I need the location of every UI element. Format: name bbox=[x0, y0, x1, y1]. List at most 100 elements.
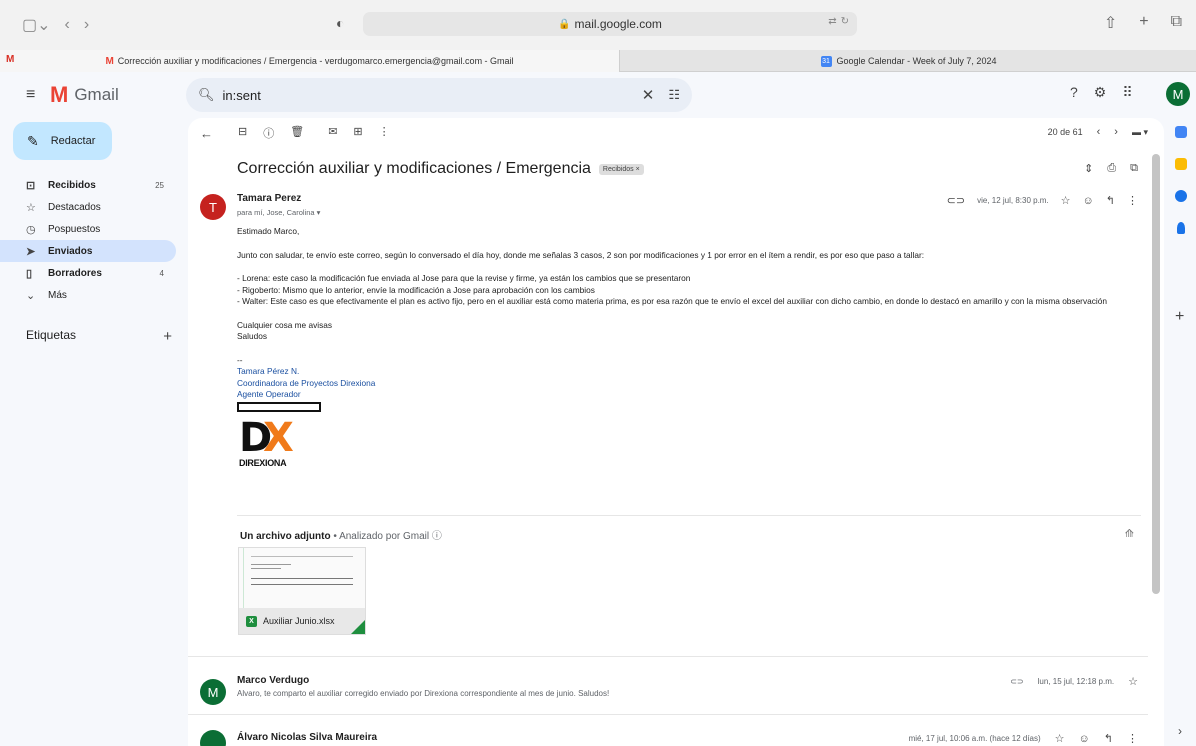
sidebar-item-more[interactable]: ⌄ Más bbox=[0, 284, 176, 306]
get-addons-icon[interactable]: + bbox=[1175, 308, 1184, 326]
sidebar-item-drafts[interactable]: ▯ Borradores 4 bbox=[0, 262, 176, 284]
thumb-line bbox=[251, 584, 353, 585]
more-vert-icon[interactable]: ⋮ bbox=[379, 125, 390, 141]
sidebar-item-snoozed[interactable]: ◷ Pospuestos bbox=[0, 218, 176, 240]
reply-icon[interactable]: ↰ bbox=[1106, 194, 1115, 207]
star-icon[interactable]: ☆ bbox=[1128, 675, 1138, 688]
move-to-icon[interactable]: ⊞ bbox=[353, 125, 362, 141]
more-vert-icon[interactable]: ⋮ bbox=[1127, 194, 1138, 207]
lock-icon: 🔒 bbox=[558, 18, 571, 30]
attachment-card[interactable]: X Auxiliar Junio.xlsx bbox=[238, 547, 366, 635]
emoji-react-icon[interactable]: ☺ bbox=[1079, 733, 1090, 745]
settings-gear-icon[interactable]: ⚙ bbox=[1094, 84, 1107, 101]
tab-gmail[interactable]: M M Corrección auxiliar y modificaciones… bbox=[0, 50, 620, 72]
pagination-text: 20 de 61 bbox=[1047, 127, 1083, 137]
bullet-line: - Lorena: este caso la modificación fue … bbox=[237, 273, 691, 283]
privacy-shield-icon[interactable]: ◐ bbox=[336, 15, 344, 31]
sidebar-toggle-icon[interactable]: ▢⌄ bbox=[22, 15, 51, 35]
signature-name: Tamara Pérez N. bbox=[237, 366, 300, 376]
older-arrow-icon[interactable]: › bbox=[1114, 126, 1118, 138]
clear-search-icon[interactable]: ✕ bbox=[642, 86, 655, 104]
more-vert-icon[interactable]: ⋮ bbox=[1127, 732, 1138, 745]
input-tools-icon[interactable]: ▬ ▾ bbox=[1132, 127, 1148, 138]
divider bbox=[237, 515, 1141, 516]
pinned-gmail-icon[interactable]: M bbox=[6, 54, 14, 65]
sender-avatar[interactable]: T bbox=[200, 194, 226, 220]
back-arrow-icon[interactable]: ‹ bbox=[65, 16, 70, 34]
address-bar[interactable]: 🔒 mail.google.com ⇄ ↻ bbox=[363, 12, 857, 36]
clock-icon: ◷ bbox=[26, 223, 36, 236]
star-icon[interactable]: ☆ bbox=[1061, 194, 1071, 207]
emoji-react-icon[interactable]: ☺ bbox=[1083, 195, 1094, 207]
browser-nav: ▢⌄ ‹ › bbox=[22, 15, 89, 35]
message-date: mié, 17 jul, 10:06 a.m. (hace 12 días) bbox=[908, 734, 1041, 743]
search-input[interactable]: in:sent bbox=[223, 88, 642, 103]
new-tab-icon[interactable]: + bbox=[1139, 13, 1148, 33]
trash-icon[interactable]: 🗑︎ bbox=[290, 125, 304, 141]
sidebar-item-label: Destacados bbox=[48, 201, 101, 213]
newer-arrow-icon[interactable]: ‹ bbox=[1097, 126, 1101, 138]
reply-icon[interactable]: ↰ bbox=[1104, 732, 1113, 745]
gmail-logo[interactable]: M Gmail bbox=[50, 84, 119, 106]
attachments-count: Un archivo adjunto bbox=[240, 531, 331, 542]
labels-header: Etiquetas + bbox=[26, 328, 172, 345]
attachments-scan-note: • Analizado por Gmail ⓘ bbox=[330, 531, 442, 542]
sender-name[interactable]: Álvaro Nicolas Silva Maureira bbox=[237, 732, 377, 743]
open-new-window-icon[interactable]: ⧉ bbox=[1130, 162, 1138, 175]
draft-icon: ▯ bbox=[26, 267, 33, 280]
sender-name[interactable]: Tamara Perez bbox=[237, 193, 301, 204]
back-to-list-icon[interactable]: ← bbox=[200, 126, 213, 141]
help-icon[interactable]: ? bbox=[1070, 84, 1078, 101]
sidebar-item-starred[interactable]: ☆ Destacados bbox=[0, 196, 176, 218]
sender-avatar[interactable] bbox=[200, 730, 226, 746]
search-bar[interactable]: 🔍︎ in:sent ✕ ☷ bbox=[186, 78, 692, 112]
sender-name[interactable]: Marco Verdugo bbox=[237, 675, 309, 686]
closing-line: Saludos bbox=[237, 331, 267, 341]
expand-all-icon[interactable]: ⇕ bbox=[1084, 162, 1093, 175]
thumb-line bbox=[251, 578, 353, 579]
compose-button[interactable]: ✎ Redactar bbox=[13, 122, 112, 160]
sidebar-item-sent[interactable]: ➤ Enviados bbox=[0, 240, 176, 262]
tab-calendar[interactable]: 31 Google Calendar - Week of July 7, 202… bbox=[621, 50, 1196, 72]
account-avatar[interactable]: M bbox=[1166, 82, 1190, 106]
search-icon[interactable]: 🔍︎ bbox=[198, 87, 215, 103]
archive-icon[interactable]: ⊟ bbox=[238, 125, 247, 141]
mark-unread-icon[interactable]: ✉ bbox=[328, 125, 337, 141]
sidebar-item-inbox[interactable]: ⊡ Recibidos 25 bbox=[0, 174, 176, 196]
contacts-app-icon[interactable] bbox=[1177, 222, 1185, 234]
label-badge[interactable]: Recibidos × bbox=[598, 163, 644, 175]
main-menu-icon[interactable]: ≡ bbox=[26, 86, 35, 104]
corner-fold bbox=[351, 620, 365, 634]
chevron-down-icon: ⌄ bbox=[26, 289, 36, 302]
search-options-icon[interactable]: ☷ bbox=[668, 87, 680, 103]
star-icon[interactable]: ☆ bbox=[1055, 732, 1065, 745]
message-snippet[interactable]: Alvaro, te comparto el auxiliar corregid… bbox=[237, 689, 609, 698]
translate-icon[interactable]: ⇄ bbox=[828, 16, 836, 27]
add-label-icon[interactable]: + bbox=[163, 328, 172, 345]
pagination-controls: 20 de 61 ‹ › ▬ ▾ bbox=[1048, 126, 1148, 138]
calendar-app-icon[interactable] bbox=[1175, 126, 1187, 138]
report-spam-icon[interactable]: ⓘ bbox=[263, 125, 274, 141]
forward-arrow-icon[interactable]: › bbox=[84, 16, 89, 34]
signature-dash: -- bbox=[237, 354, 243, 365]
scrollbar[interactable] bbox=[1152, 154, 1160, 594]
sender-avatar[interactable]: M bbox=[200, 679, 226, 705]
thumb-line bbox=[251, 564, 291, 565]
reload-icon[interactable]: ↻ bbox=[841, 16, 849, 27]
share-icon[interactable]: ⇧ bbox=[1104, 13, 1117, 33]
tab-overview-icon[interactable]: ⧉ bbox=[1171, 13, 1182, 33]
toolbar-actions: ⊟ ⓘ 🗑︎ ✉ ⊞ ⋮ bbox=[238, 125, 390, 141]
apps-grid-icon[interactable]: ⠿ bbox=[1122, 84, 1132, 101]
gmail-favicon-icon: M bbox=[105, 55, 114, 67]
recipients-line[interactable]: para mí, Jose, Carolina ▾ bbox=[237, 208, 320, 217]
tasks-app-icon[interactable] bbox=[1175, 190, 1187, 202]
excel-icon: X bbox=[246, 615, 257, 627]
add-to-drive-icon[interactable]: ⟰ bbox=[1125, 527, 1134, 540]
browser-toolbar: ▢⌄ ‹ › ◐ 🔒 mail.google.com ⇄ ↻ ⇧ + ⧉ bbox=[0, 0, 1196, 50]
keep-app-icon[interactable] bbox=[1175, 158, 1187, 170]
print-icon[interactable]: ⎙ bbox=[1107, 162, 1116, 175]
show-side-panel-icon[interactable]: › bbox=[1178, 724, 1182, 738]
url-bar-actions: ⇄ ↻ bbox=[828, 16, 849, 27]
message-body: Estimado Marco, Junto con saludar, te en… bbox=[237, 226, 1147, 474]
star-icon: ☆ bbox=[26, 201, 36, 214]
